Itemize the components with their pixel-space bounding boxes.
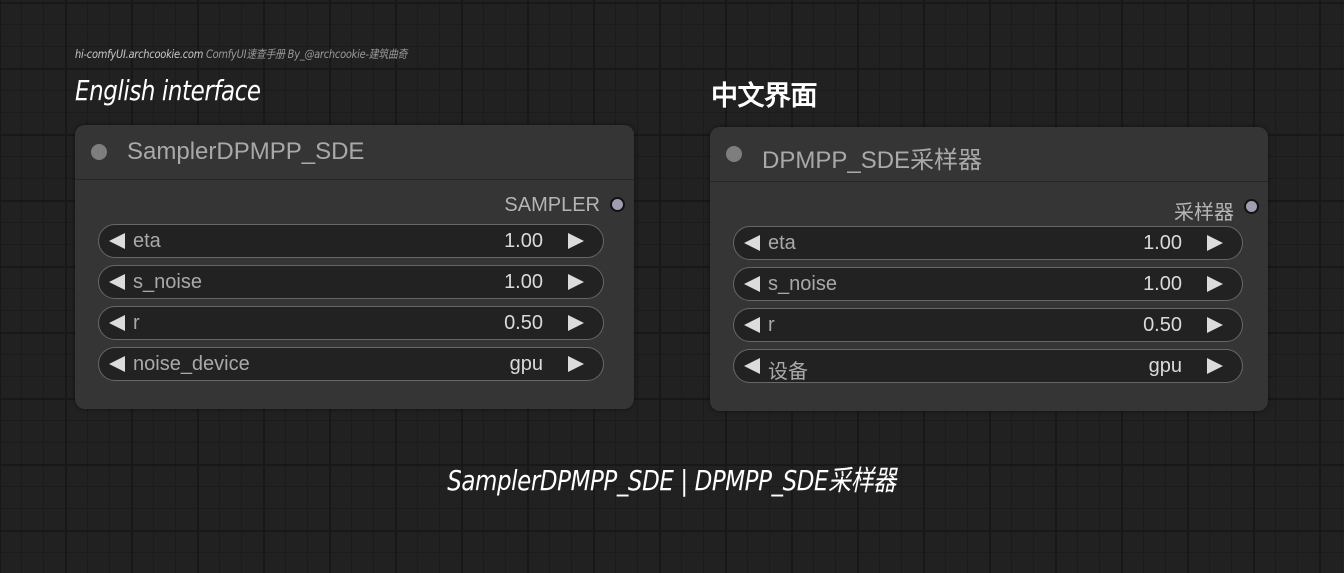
decrement-arrow-icon[interactable] [109, 315, 125, 331]
node-title-bar[interactable]: DPMPP_SDE采样器 [710, 127, 1268, 182]
widget-eta[interactable]: eta 1.00 [98, 224, 604, 258]
decrement-arrow-icon[interactable] [109, 233, 125, 249]
widget-value[interactable]: gpu [510, 353, 543, 376]
widget-r[interactable]: r 0.50 [733, 308, 1243, 342]
increment-arrow-icon[interactable] [1207, 276, 1223, 292]
node-status-dot-icon[interactable] [91, 144, 107, 160]
increment-arrow-icon[interactable] [1207, 358, 1223, 374]
widget-label: eta [768, 232, 796, 254]
widget-label: s_noise [133, 271, 202, 293]
decrement-arrow-icon[interactable] [744, 276, 760, 292]
credit-text: ComfyUI速查手册 By_@archcookie-建筑曲奇 [203, 47, 408, 61]
increment-arrow-icon[interactable] [568, 356, 584, 372]
widget-noise-device[interactable]: noise_device gpu [98, 347, 604, 381]
widget-s-noise[interactable]: s_noise 1.00 [98, 265, 604, 299]
widget-label: s_noise [768, 273, 837, 295]
heading-chinese: 中文界面 [711, 81, 818, 112]
credit-line: hi-comfyUI.archcookie.com ComfyUI速查手册 By… [75, 46, 408, 62]
output-label: SAMPLER [504, 194, 600, 216]
widget-label: eta [133, 230, 161, 252]
decrement-arrow-icon[interactable] [744, 358, 760, 374]
widget-value[interactable]: gpu [1149, 355, 1182, 378]
increment-arrow-icon[interactable] [568, 315, 584, 331]
widget-value[interactable]: 0.50 [1143, 314, 1182, 337]
decrement-arrow-icon[interactable] [744, 317, 760, 333]
node-title-bar[interactable]: SamplerDPMPP_SDE [75, 125, 634, 180]
widget-value[interactable]: 0.50 [504, 312, 543, 335]
widget-value[interactable]: 1.00 [1143, 232, 1182, 255]
caption: SamplerDPMPP_SDE | DPMPP_SDE采样器 [0, 459, 1344, 499]
widget-eta[interactable]: eta 1.00 [733, 226, 1243, 260]
caption-text: SamplerDPMPP_SDE | DPMPP_SDE采样器 [447, 464, 897, 497]
increment-arrow-icon[interactable] [1207, 317, 1223, 333]
output-row: 采样器 [710, 182, 1268, 226]
widget-value[interactable]: 1.00 [504, 271, 543, 294]
widget-label: r [133, 312, 140, 334]
increment-arrow-icon[interactable] [568, 274, 584, 290]
widget-r[interactable]: r 0.50 [98, 306, 604, 340]
output-slot-icon[interactable] [1244, 199, 1259, 214]
output-row: SAMPLER [75, 180, 634, 224]
node-status-dot-icon[interactable] [726, 146, 742, 162]
node-title: DPMPP_SDE采样器 [762, 147, 983, 174]
widget-label: 设备 [768, 361, 808, 383]
decrement-arrow-icon[interactable] [109, 356, 125, 372]
widget-value[interactable]: 1.00 [504, 230, 543, 253]
widget-device[interactable]: 设备 gpu [733, 349, 1243, 383]
heading-english: English interface [75, 74, 261, 107]
node-sampler-dpmpp-sde-chinese[interactable]: DPMPP_SDE采样器 采样器 eta 1.00 s_noise 1.00 r… [710, 127, 1268, 411]
widget-s-noise[interactable]: s_noise 1.00 [733, 267, 1243, 301]
credit-site: hi-comfyUI.archcookie.com [75, 47, 204, 61]
widget-label: noise_device [133, 353, 250, 375]
node-title: SamplerDPMPP_SDE [127, 138, 365, 165]
decrement-arrow-icon[interactable] [744, 235, 760, 251]
output-slot-icon[interactable] [610, 197, 625, 212]
increment-arrow-icon[interactable] [1207, 235, 1223, 251]
widget-label: r [768, 314, 775, 336]
decrement-arrow-icon[interactable] [109, 274, 125, 290]
increment-arrow-icon[interactable] [568, 233, 584, 249]
output-label: 采样器 [1174, 202, 1234, 224]
node-sampler-dpmpp-sde-english[interactable]: SamplerDPMPP_SDE SAMPLER eta 1.00 s_nois… [75, 125, 634, 409]
widget-value[interactable]: 1.00 [1143, 273, 1182, 296]
